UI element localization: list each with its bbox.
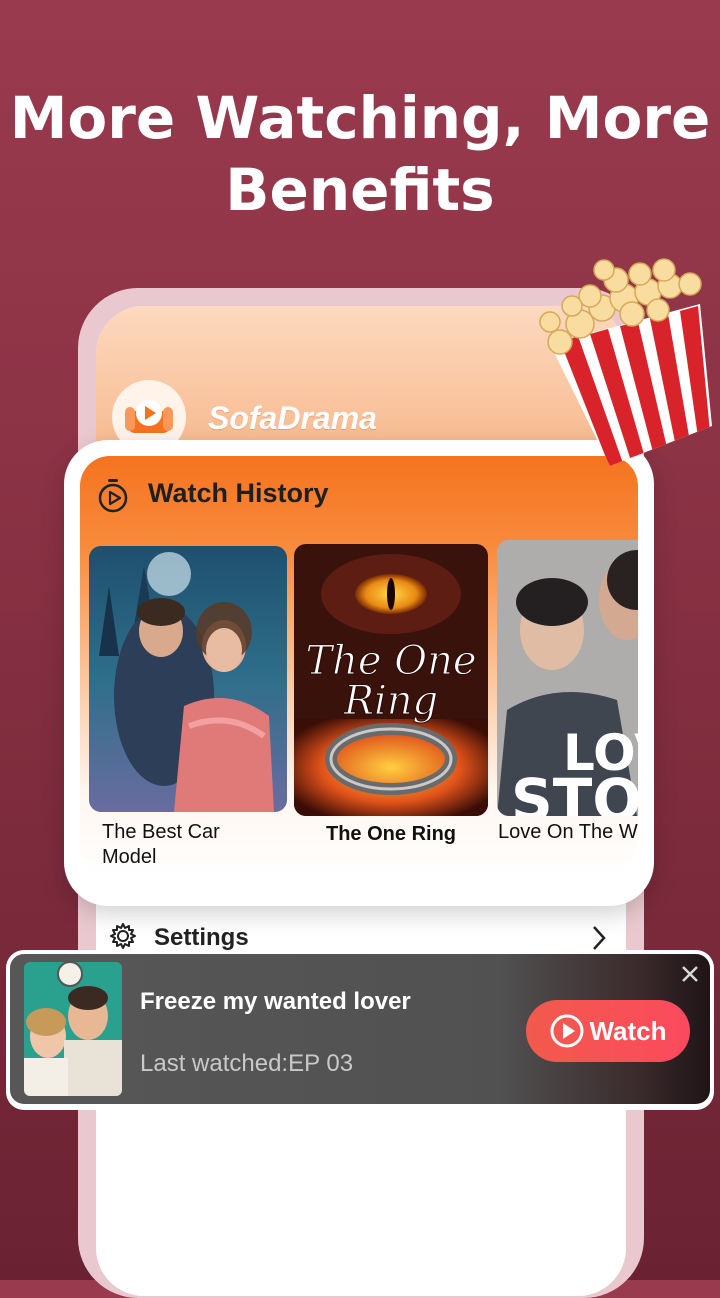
poster-caption-1: The Best Car Model bbox=[102, 820, 292, 870]
close-icon[interactable] bbox=[678, 962, 702, 986]
svg-text:STOR: STOR bbox=[511, 766, 638, 816]
poster-caption-2: The One Ring bbox=[326, 823, 456, 845]
mini-player-thumbnail[interactable] bbox=[24, 962, 122, 1096]
poster-love-on-the-w[interactable]: LOV STOR bbox=[497, 540, 638, 816]
play-circle-icon bbox=[549, 1013, 585, 1049]
poster-caption-1-line-1: The Best Car bbox=[102, 821, 220, 843]
settings-label: Settings bbox=[154, 924, 249, 951]
poster-the-one-ring[interactable]: The One Ring bbox=[294, 544, 488, 816]
watch-history-title: Watch History bbox=[148, 478, 329, 508]
svg-text:Ring: Ring bbox=[343, 678, 438, 724]
app-name: SofaDrama bbox=[208, 400, 377, 436]
popcorn-icon bbox=[520, 256, 720, 472]
headline-line-1: More Watching, More bbox=[9, 84, 711, 152]
headline-line-2: Benefits bbox=[225, 156, 495, 224]
poster-caption-1-line-2: Model bbox=[102, 846, 157, 868]
timer-play-icon bbox=[96, 478, 130, 519]
watch-history-panel: Watch History The Best Car Model The One… bbox=[80, 456, 638, 876]
poster-caption-3: Love On The W bbox=[498, 821, 638, 843]
promo-headline: More Watching, More Benefits bbox=[0, 82, 720, 226]
poster-the-best-car-model[interactable] bbox=[89, 546, 287, 812]
watch-button-label: Watch bbox=[589, 1015, 667, 1046]
watch-button[interactable]: Watch bbox=[526, 1000, 690, 1062]
mini-player[interactable]: Freeze my wanted lover Last watched:EP 0… bbox=[10, 954, 710, 1104]
mini-player-title: Freeze my wanted lover bbox=[140, 988, 411, 1015]
mini-player-subtitle: Last watched:EP 03 bbox=[140, 1050, 354, 1077]
